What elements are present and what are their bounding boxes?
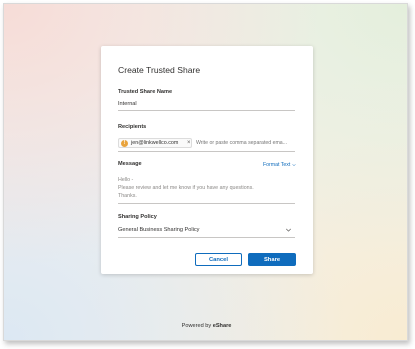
cancel-button[interactable]: Cancel [195, 253, 242, 266]
brand-name: eShare [212, 323, 232, 329]
format-text-label: Format Text [263, 162, 291, 168]
recipients-input[interactable] [196, 140, 295, 146]
create-trusted-share-dialog: Create Trusted Share Trusted Share Name … [101, 46, 313, 274]
trusted-share-name-input[interactable]: Internal [118, 101, 137, 107]
message-line: Hello - [118, 177, 134, 183]
sharing-policy-label: Sharing Policy [118, 214, 157, 220]
message-field-underline [118, 203, 295, 204]
chevron-down-icon [292, 164, 296, 167]
sharing-policy-select[interactable]: General Business Sharing Policy [118, 227, 199, 233]
dialog-title: Create Trusted Share [118, 65, 201, 75]
recipient-chip[interactable]: ! jen@linkwellco.com [118, 138, 192, 148]
policy-field-underline [118, 237, 295, 238]
powered-by-footer: Powered by eShare [4, 323, 407, 329]
powered-by-prefix: Powered by [181, 323, 212, 329]
name-field-underline [118, 110, 295, 111]
recipients-field-underline [118, 151, 295, 152]
recipient-chip-email: jen@linkwellco.com [131, 140, 179, 146]
trusted-share-name-label: Trusted Share Name [118, 89, 173, 95]
format-text-toggle[interactable]: Format Text [263, 162, 296, 168]
close-icon[interactable]: × [187, 139, 191, 147]
message-line: Please review and let me know if you hav… [118, 185, 254, 191]
warning-avatar-icon: ! [121, 139, 128, 147]
message-label: Message [118, 161, 142, 167]
app-frame: Create Trusted Share Trusted Share Name … [3, 3, 408, 341]
chevron-down-icon[interactable] [285, 227, 292, 233]
recipients-label: Recipients [118, 124, 147, 130]
message-textarea[interactable]: Hello - Please review and let me know if… [118, 176, 295, 200]
share-button[interactable]: Share [248, 253, 296, 266]
message-line: Thanks. [118, 193, 137, 199]
